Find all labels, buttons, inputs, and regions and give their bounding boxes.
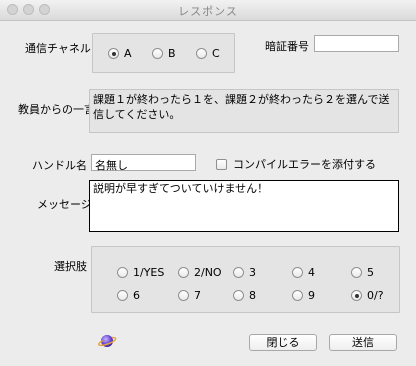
window-title: レスポンス xyxy=(178,5,238,18)
choice-radio-9[interactable]: 9 xyxy=(292,289,315,302)
checkbox-label: コンパイルエラーを添付する xyxy=(233,158,376,171)
pin-label: 暗証番号 xyxy=(265,40,309,53)
channel-radio-label: A xyxy=(124,47,132,60)
choice-radio-label: 9 xyxy=(308,289,315,302)
choice-radio-label: 2/NO xyxy=(194,266,222,279)
checkbox-icon xyxy=(216,158,227,170)
pin-field[interactable] xyxy=(314,35,399,52)
choice-radio-5[interactable]: 5 xyxy=(351,266,374,279)
radio-icon xyxy=(152,48,163,59)
radio-icon xyxy=(178,267,189,278)
choice-radio-8[interactable]: 8 xyxy=(233,289,256,302)
choice-radio-label: 8 xyxy=(249,289,256,302)
message-label: メッセージ xyxy=(37,198,92,211)
channel-radio-c[interactable]: C xyxy=(196,47,220,60)
channel-radio-b[interactable]: B xyxy=(152,47,176,60)
choice-radio-label: 7 xyxy=(194,289,201,302)
send-button[interactable]: 送信 xyxy=(329,334,397,351)
radio-icon xyxy=(292,267,303,278)
handle-label: ハンドル名 xyxy=(32,159,87,172)
teacher-message-label: 教員からの一言 xyxy=(18,103,95,116)
message-textarea[interactable]: 説明が早すぎてついていけません！ xyxy=(89,180,399,232)
attach-compile-error-checkbox[interactable]: コンパイルエラーを添付する xyxy=(216,156,376,172)
channel-label: 通信チャネル xyxy=(25,42,91,55)
choices-group: 1/YES 2/NO 3 4 5 6 7 8 9 0/? xyxy=(91,246,400,313)
radio-icon xyxy=(117,290,128,301)
choice-radio-7[interactable]: 7 xyxy=(178,289,201,302)
channel-radio-a[interactable]: A xyxy=(108,47,132,60)
channel-radio-label: B xyxy=(168,47,176,60)
channel-radio-label: C xyxy=(212,47,220,60)
choice-radio-6[interactable]: 6 xyxy=(117,289,140,302)
close-button[interactable]: 閉じる xyxy=(249,334,317,351)
radio-icon xyxy=(351,290,362,301)
choice-radio-3[interactable]: 3 xyxy=(233,266,256,279)
choice-radio-label: 3 xyxy=(249,266,256,279)
radio-icon xyxy=(292,290,303,301)
handle-field[interactable]: 名無し xyxy=(91,154,196,172)
choice-radio-label: 6 xyxy=(133,289,140,302)
title-bar: レスポンス xyxy=(0,0,416,21)
radio-icon xyxy=(117,267,128,278)
channel-group: A B C xyxy=(92,33,235,73)
radio-icon xyxy=(351,267,362,278)
choice-radio-2[interactable]: 2/NO xyxy=(178,266,222,279)
choice-radio-1[interactable]: 1/YES xyxy=(117,266,164,279)
radio-icon xyxy=(108,48,119,59)
radio-icon xyxy=(233,290,244,301)
planet-icon xyxy=(97,333,117,349)
choice-radio-4[interactable]: 4 xyxy=(292,266,315,279)
choice-radio-label: 4 xyxy=(308,266,315,279)
choice-radio-label: 5 xyxy=(367,266,374,279)
response-window: レスポンス 通信チャネル A B C 暗証番号 教員からの一言 課題１が終わった… xyxy=(0,0,416,366)
radio-icon xyxy=(196,48,207,59)
radio-icon xyxy=(233,267,244,278)
choice-radio-0[interactable]: 0/? xyxy=(351,289,384,302)
choice-radio-label: 1/YES xyxy=(133,266,165,279)
choices-label: 選択肢 xyxy=(54,260,87,273)
choice-radio-label: 0/? xyxy=(367,289,384,302)
teacher-message-text: 課題１が終わったら１を、課題２が終わったら２を選んで送信してください。 xyxy=(89,89,399,133)
radio-icon xyxy=(178,290,189,301)
